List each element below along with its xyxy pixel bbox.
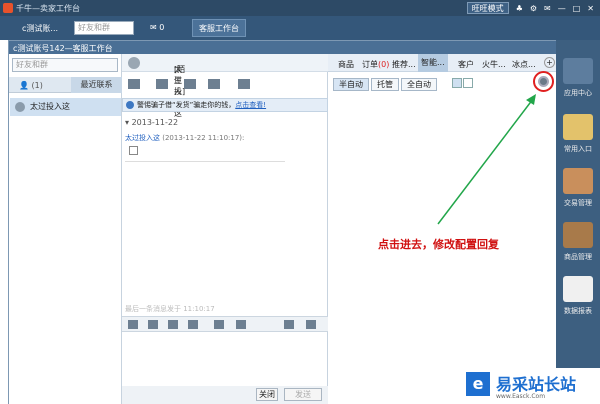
list-view-icon[interactable] <box>463 78 473 88</box>
watermark-name: 易采站长站 <box>496 375 577 394</box>
app-logo-icon <box>3 3 13 13</box>
app-title: 千牛—卖家工作台 <box>16 4 80 13</box>
notice-link[interactable]: 点击查看! <box>235 101 266 109</box>
goods-icon[interactable] <box>563 222 593 248</box>
transfer-icon[interactable] <box>156 79 168 89</box>
contact-tabs: 👤 (1) 最近联系 <box>9 77 122 93</box>
contact-item[interactable]: 太过投入这 <box>10 98 121 116</box>
tab-customer[interactable]: 客户 <box>458 59 474 70</box>
contact-search-input[interactable]: 好友和群 <box>12 58 118 72</box>
font-icon[interactable] <box>148 320 158 329</box>
shirt-icon[interactable]: ♣ <box>516 4 523 13</box>
send-button[interactable]: 发送 <box>284 388 322 401</box>
tab-recommend[interactable]: 推荐... <box>392 59 416 70</box>
close-button[interactable]: 关闭 <box>256 388 278 401</box>
report-icon[interactable] <box>563 276 593 302</box>
warning-notice: 警惕骗子借“发货”骗走你的钱，点击查看! <box>122 98 328 112</box>
highlight-circle <box>533 71 554 92</box>
service-window: c测试账号142—客服工作台 好友和群 👤 (1) 最近联系 太过投入这 太过投… <box>8 40 557 404</box>
chat-date-value: 2013-11-22 <box>131 118 179 127</box>
mode-hosted[interactable]: 托管 <box>371 78 399 91</box>
tab-orders-label: 订单 <box>362 60 378 69</box>
trade-icon[interactable] <box>563 168 593 194</box>
window-header: c测试账号142—客服工作台 <box>9 41 557 54</box>
shake-icon[interactable] <box>214 320 224 329</box>
emoji-icon[interactable] <box>128 320 138 329</box>
maximize-icon[interactable]: □ <box>573 4 581 13</box>
last-message-time: 最后一条消息发于 11:10:17 <box>125 305 215 313</box>
message-count-value: 0 <box>159 23 165 32</box>
lock-icon[interactable] <box>238 79 250 89</box>
watermark-site: www.Easck.Com <box>496 393 546 400</box>
grid-view-icon[interactable] <box>452 78 462 88</box>
add-tab-icon[interactable]: + <box>544 57 555 68</box>
chat-header: 太过投入这 [陌生人] <box>122 54 328 118</box>
account-name[interactable]: c测试账... <box>22 23 58 34</box>
minimize-icon[interactable]: — <box>558 4 566 13</box>
more-icon[interactable] <box>306 320 316 329</box>
tab-fire[interactable]: 火牛... <box>482 59 506 70</box>
shortcut-icon[interactable] <box>563 114 593 140</box>
contacts-count: (1) <box>31 81 43 90</box>
tab-ice[interactable]: 冰点... <box>512 59 536 70</box>
send-row: 关闭 发送 <box>122 386 328 404</box>
screen-icon[interactable] <box>208 79 220 89</box>
message-time: (2013-11-22 11:10:17): <box>162 134 245 142</box>
tab-orders[interactable]: 订单(0) <box>362 59 389 70</box>
sidebar-label-trade: 交易管理 <box>564 199 592 207</box>
info-icon <box>126 101 134 109</box>
contact-panel: 好友和群 👤 (1) 最近联系 太过投入这 <box>9 54 122 404</box>
sidebar-label-shortcut: 常用入口 <box>564 145 592 153</box>
sender-name: 太过投入这 <box>125 134 160 142</box>
tab-goods[interactable]: 商品 <box>338 59 354 70</box>
sidebar-label-apps: 应用中心 <box>564 89 592 97</box>
workspace-tab[interactable]: 客服工作台 <box>192 19 246 37</box>
image-icon[interactable] <box>168 320 178 329</box>
notice-text: 警惕骗子借“发货”骗走你的钱， <box>137 101 236 109</box>
title-bar: 千牛—卖家工作台 旺旺模式 ♣ ⚙ ✉ — □ ✕ <box>0 0 600 16</box>
message-sender: 太过投入这 (2013-11-22 11:10:17): <box>125 133 244 143</box>
chat-toolbar <box>122 76 328 94</box>
message-separator <box>125 161 285 162</box>
tab-contacts[interactable]: 👤 (1) <box>19 81 43 90</box>
view-toggle <box>452 78 473 88</box>
top-bar: c测试账... 好友和群 ✉ 0 客服工作台 <box>0 16 600 40</box>
tab-smart[interactable]: 智能... <box>418 54 448 72</box>
annotation-text: 点击进去，修改配置回复 <box>378 238 499 251</box>
annotation-arrow <box>437 94 536 225</box>
right-sidebar: 应用中心 常用入口 交易管理 商品管理 数据报表 <box>556 40 600 404</box>
screenshot-icon[interactable] <box>188 320 198 329</box>
plugin-tabs: 商品 订单(0) 推荐... 智能... 客户 火牛... 冰点... + <box>328 54 557 72</box>
avatar <box>15 102 25 112</box>
gear-icon[interactable]: ⚙ <box>530 4 537 13</box>
sidebar-label-report: 数据报表 <box>564 307 592 315</box>
message-image[interactable] <box>129 146 138 155</box>
app-center-icon[interactable] <box>563 58 593 84</box>
mode-semi-auto[interactable]: 半自动 <box>333 78 369 91</box>
edit-icon[interactable] <box>128 79 140 89</box>
quick-reply-icon[interactable] <box>236 320 246 329</box>
chat-history-icon[interactable] <box>284 320 294 329</box>
message-count[interactable]: ✉ 0 <box>150 23 164 32</box>
mode-button[interactable]: 旺旺模式 <box>466 2 509 14</box>
user-avatar <box>128 57 140 69</box>
plugin-panel: 商品 订单(0) 推荐... 智能... 客户 火牛... 冰点... + 半自… <box>328 54 557 404</box>
window-title: c测试账号142—客服工作台 <box>13 44 113 53</box>
mail-icon[interactable]: ✉ <box>544 4 551 13</box>
contact-name: 太过投入这 <box>30 102 70 111</box>
add-user-icon[interactable] <box>184 79 196 89</box>
input-toolbar <box>122 316 328 332</box>
watermark-logo: e <box>466 372 490 396</box>
titlebar-controls: 旺旺模式 ♣ ⚙ ✉ — □ ✕ <box>466 2 594 14</box>
tab-recent[interactable]: 最近联系 <box>71 77 122 93</box>
chat-panel: 太过投入这 [陌生人] 警惕骗子借“发货”骗走你的钱，点击查看! ▾ 2013-… <box>122 54 328 404</box>
watermark: e 易采站长站 www.Easck.Com <box>462 368 600 404</box>
chat-date: ▾ 2013-11-22 <box>125 118 179 127</box>
order-badge: (0) <box>378 60 390 69</box>
close-icon[interactable]: ✕ <box>587 4 594 13</box>
mode-switch: 半自动 托管 全自动 <box>333 78 437 91</box>
sidebar-label-goods: 商品管理 <box>564 253 592 261</box>
friend-search-input[interactable]: 好友和群 <box>74 21 134 35</box>
mode-full-auto[interactable]: 全自动 <box>401 78 437 91</box>
